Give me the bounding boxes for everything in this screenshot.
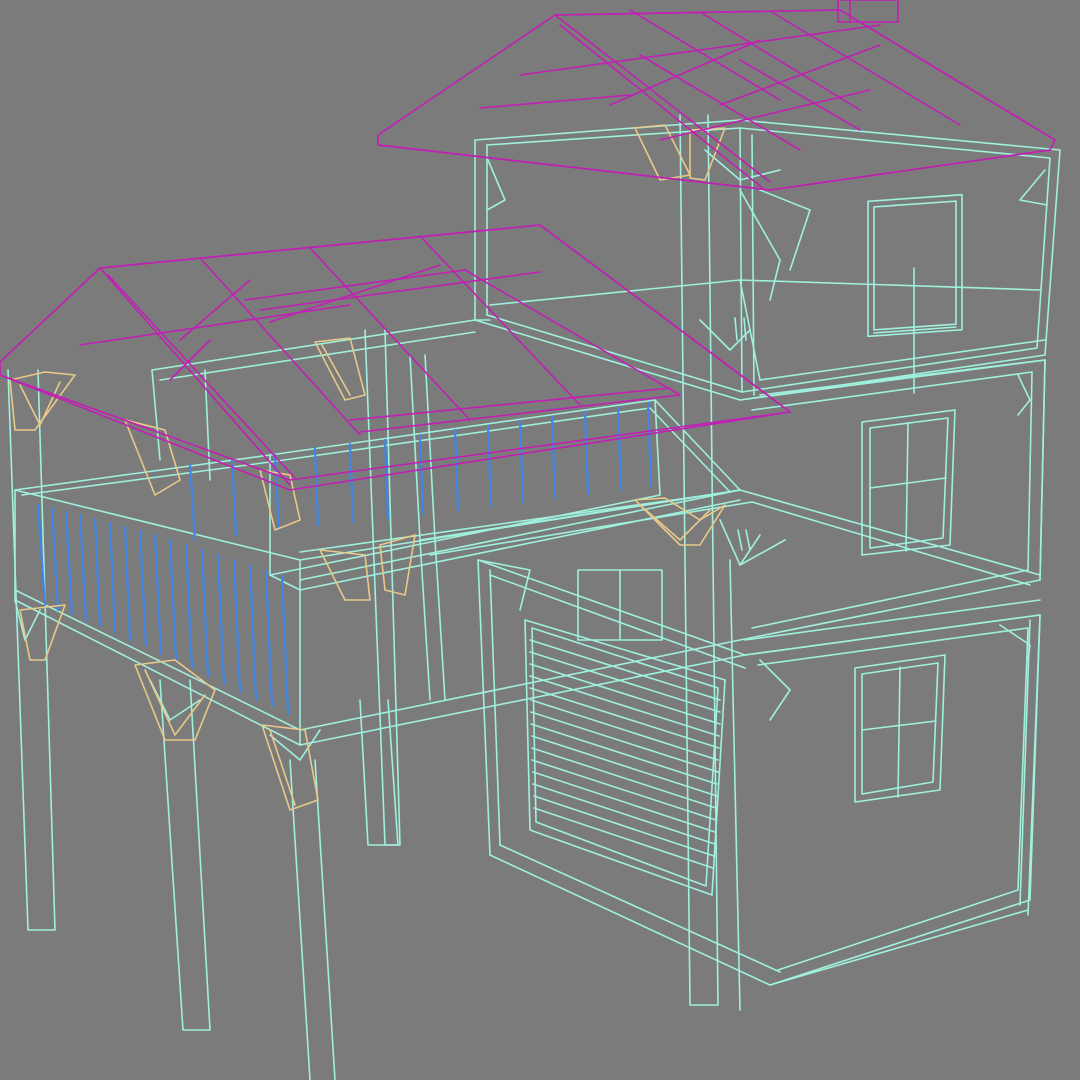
side-railing: [188, 401, 653, 542]
ground-floor-box: [477, 559, 1041, 986]
roof-wireframe: [0, 0, 1056, 491]
lower-roof: [0, 224, 791, 491]
upper-roof: [377, 0, 1056, 191]
balcony-balusters: [36, 401, 653, 716]
front-railing: [36, 503, 290, 716]
balcony-deck: [14, 399, 746, 746]
upper-floor-box: [474, 119, 1061, 401]
middle-window: [861, 409, 956, 556]
wooden-brackets: [9, 124, 726, 811]
support-legs: [7, 369, 399, 1080]
center-posts: [679, 114, 786, 1011]
lower-window: [854, 654, 946, 803]
structure-wireframe: [7, 114, 1061, 1080]
3d-viewport[interactable]: [0, 0, 1080, 1080]
garage-door: [524, 569, 726, 896]
house-wireframe-model: [0, 0, 1061, 1080]
